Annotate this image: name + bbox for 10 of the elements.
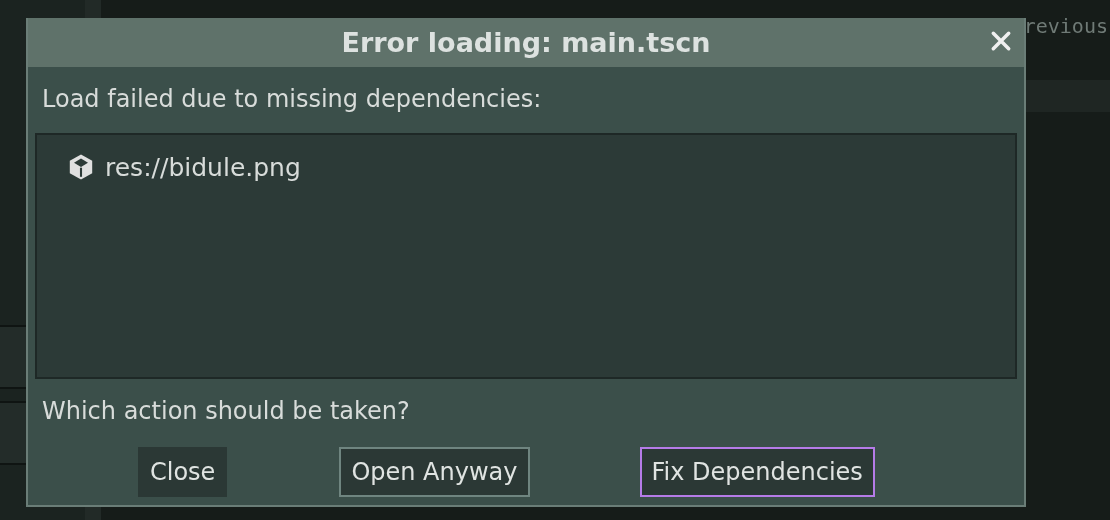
dialog-title: Error loading: main.tscn [341, 27, 711, 58]
dependency-item[interactable]: res://bidule.png [67, 151, 1015, 183]
close-icon[interactable] [990, 30, 1012, 52]
code-text: revious [1023, 14, 1109, 40]
dialog-button[interactable]: Fix Dependencies [639, 447, 875, 497]
dialog-button[interactable]: Close [138, 447, 228, 497]
dialog-question: Which action should be taken? [41, 397, 411, 427]
dialog-button[interactable]: Open Anyway [339, 447, 530, 497]
cube-icon [67, 153, 95, 181]
dialog-message: Load failed due to missing dependencies: [41, 85, 543, 115]
